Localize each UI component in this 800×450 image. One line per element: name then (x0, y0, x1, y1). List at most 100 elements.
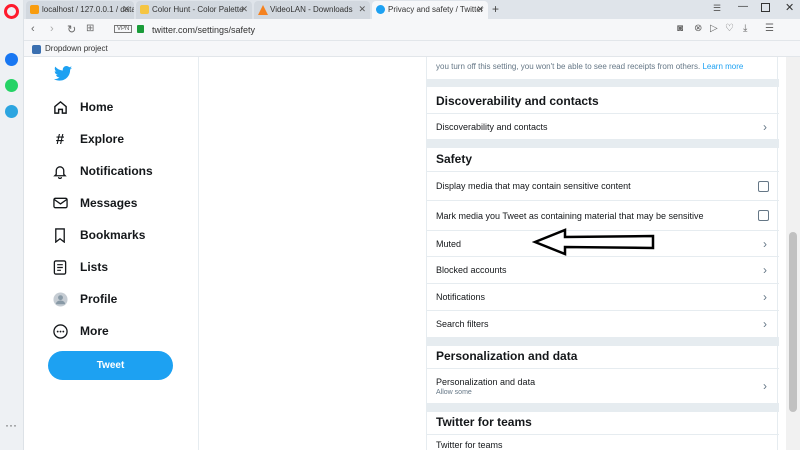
tab-label: VideoLAN - Downloads (270, 5, 353, 14)
tab-colorhunt[interactable]: Color Hunt - Color Palette ✕ (136, 1, 252, 19)
row-label: Search filters (436, 319, 489, 329)
row-label: Muted (436, 238, 462, 249)
bookmark-item[interactable]: Dropdown project (45, 44, 108, 53)
nav-bookmarks[interactable]: Bookmarks (52, 223, 145, 247)
vlc-cone-icon (258, 5, 268, 15)
section-heading: Safety (436, 152, 473, 166)
close-icon[interactable]: ✕ (122, 4, 130, 15)
scrollbar-thumb[interactable] (789, 232, 797, 412)
section-gap (427, 79, 779, 87)
bookmark-favicon-icon (32, 45, 41, 54)
opera-logo-icon[interactable] (4, 4, 19, 19)
download-icon[interactable]: ⤓ (743, 23, 747, 34)
row-label: Twitter for teams (436, 440, 503, 450)
learn-more-link[interactable]: Learn more (702, 62, 743, 71)
nav-more[interactable]: More (52, 319, 109, 343)
row-label: Mark media you Tweet as containing mater… (436, 210, 704, 221)
row-personalization[interactable]: Personalization and data Allow some › (427, 368, 779, 404)
avatar (52, 291, 68, 307)
chevron-right-icon: › (763, 379, 767, 393)
row-label: Notifications (436, 292, 486, 302)
vpn-badge[interactable]: VPN (114, 25, 133, 33)
tab-menu-icon[interactable]: ☰ (713, 3, 721, 14)
send-icon[interactable]: ▷ (710, 23, 718, 34)
annotation-arrow-icon (532, 228, 655, 256)
nav-label: Home (80, 100, 114, 114)
scrollbar[interactable] (786, 57, 800, 450)
new-tab-button[interactable]: + (492, 2, 499, 16)
row-search-filters[interactable]: Search filters › (427, 311, 779, 338)
colorhunt-icon (140, 5, 149, 14)
forward-icon[interactable]: › (50, 23, 54, 35)
nav-profile[interactable]: Profile (52, 287, 117, 311)
nav-messages[interactable]: Messages (52, 191, 137, 215)
nav-label: More (80, 324, 109, 338)
list-icon (52, 259, 68, 275)
nav-explore[interactable]: # Explore (52, 127, 124, 151)
read-receipts-note: you turn off this setting, you won't be … (436, 62, 743, 71)
section-gap (427, 404, 779, 412)
note-text: you turn off this setting, you won't be … (436, 62, 701, 71)
sidebar-more-icon[interactable]: ··· (5, 418, 17, 432)
tab-label: Color Hunt - Color Palette (152, 5, 244, 14)
chevron-right-icon: › (763, 290, 767, 304)
row-sublabel: Allow some (436, 388, 472, 396)
minimize-icon[interactable]: — (738, 1, 748, 12)
row-discoverability[interactable]: Discoverability and contacts › (427, 113, 779, 140)
row-display-sensitive-media[interactable]: Display media that may contain sensitive… (427, 171, 779, 201)
checkbox[interactable] (758, 180, 769, 192)
section-heading: Personalization and data (436, 349, 578, 363)
url-field[interactable]: twitter.com/settings/safety (152, 25, 255, 35)
messenger-icon[interactable] (5, 53, 18, 66)
tab-label: localhost / 127.0.0.1 / data (42, 5, 134, 14)
back-icon[interactable]: ‹ (31, 23, 35, 35)
more-icon (52, 323, 68, 339)
tab-bar: localhost / 127.0.0.1 / data ✕ Color Hun… (24, 0, 800, 19)
tab-twitter[interactable]: Privacy and safety / Twitter ✕ (372, 1, 488, 19)
nav-label: Lists (80, 260, 109, 274)
chevron-right-icon: › (763, 263, 767, 277)
row-blocked-accounts[interactable]: Blocked accounts › (427, 257, 779, 284)
phpmyadmin-icon (30, 5, 39, 14)
share-icon[interactable]: ⊗ (694, 23, 702, 34)
row-label: Display media that may contain sensitive… (436, 181, 631, 191)
close-window-icon[interactable]: ✕ (785, 1, 794, 14)
tab-videolan[interactable]: VideoLAN - Downloads ✕ (254, 1, 370, 19)
bell-icon (52, 163, 68, 179)
telegram-icon[interactable] (5, 105, 18, 118)
tab-label: Privacy and safety / Twitter (388, 5, 484, 14)
camera-icon[interactable]: ◙ (677, 23, 683, 34)
whatsapp-icon[interactable] (5, 79, 18, 92)
chevron-right-icon: › (763, 317, 767, 331)
nav-notifications[interactable]: Notifications (52, 159, 153, 183)
row-notifications[interactable]: Notifications › (427, 284, 779, 311)
lock-icon (137, 25, 144, 33)
row-twitter-for-teams[interactable]: Twitter for teams (427, 434, 779, 450)
nav-lists[interactable]: Lists (52, 255, 108, 279)
row-label: Personalization and data (436, 376, 536, 387)
tab-localhost[interactable]: localhost / 127.0.0.1 / data ✕ (26, 1, 134, 19)
hashtag-icon: # (55, 130, 65, 148)
twitter-bird-icon (376, 5, 385, 14)
mail-icon (52, 195, 68, 211)
browser-sidebar: ··· (0, 0, 24, 450)
close-icon[interactable]: ✕ (240, 4, 248, 15)
column-divider (198, 57, 199, 450)
tweet-button[interactable]: Tweet (48, 351, 173, 380)
chevron-right-icon: › (763, 236, 767, 251)
row-text-group: Personalization and data Allow some (436, 377, 535, 396)
close-icon[interactable]: ✕ (358, 4, 366, 15)
close-icon[interactable]: ✕ (476, 4, 484, 15)
reload-icon[interactable]: ↻ (67, 23, 76, 36)
section-heading: Twitter for teams (436, 415, 532, 429)
restore-icon[interactable] (761, 3, 770, 12)
tabs-grid-icon[interactable]: ⊞ (86, 23, 94, 34)
checkbox[interactable] (758, 210, 769, 221)
bookmarks-bar: Dropdown project (24, 41, 800, 57)
section-gap (427, 140, 779, 148)
nav-label: Messages (80, 196, 138, 210)
heart-icon[interactable]: ♡ (725, 23, 734, 34)
nav-home[interactable]: Home (52, 95, 113, 119)
menu-icon[interactable]: ☰ (765, 23, 774, 34)
twitter-logo-icon[interactable] (54, 66, 72, 81)
